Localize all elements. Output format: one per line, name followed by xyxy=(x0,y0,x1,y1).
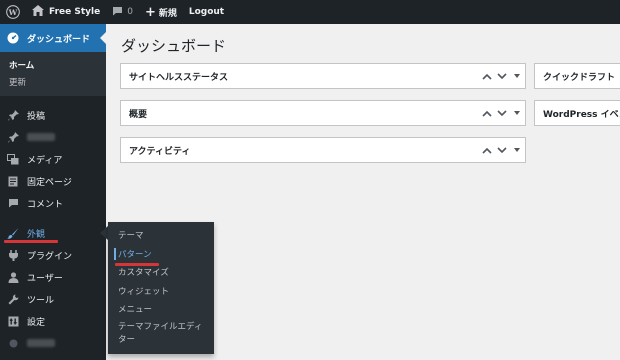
site-name-label: Free Style xyxy=(49,7,101,17)
widget-activity: アクティビティ xyxy=(120,137,526,163)
menu-icon xyxy=(6,336,20,350)
chevron-down-icon[interactable] xyxy=(497,108,507,118)
sidebar-item-hidden[interactable] xyxy=(0,332,106,354)
sidebar-item-posts[interactable]: 投稿 xyxy=(0,104,106,126)
wordpress-logo-icon[interactable]: W xyxy=(0,0,26,24)
new-label: 新規 xyxy=(158,8,177,19)
flyout-item-themes[interactable]: テーマ xyxy=(108,226,214,245)
sidebar-item-plugins[interactable]: プラグイン xyxy=(0,244,106,266)
pin-icon xyxy=(6,130,20,144)
admin-bar: W Free Style 0 + 新規 Logout xyxy=(0,0,620,24)
appearance-icon xyxy=(6,226,20,240)
comment-icon xyxy=(112,6,123,19)
widget-title: クイックドラフト xyxy=(543,72,616,83)
comments-link[interactable]: 0 xyxy=(106,0,139,24)
widget-title: WordPress イベン xyxy=(543,109,620,120)
sidebar-item-label: 設定 xyxy=(27,317,46,328)
comment-icon xyxy=(6,196,20,210)
home-icon xyxy=(32,5,44,19)
media-icon xyxy=(6,152,20,166)
sidebar-item-label: ツール xyxy=(27,295,55,306)
logout-link[interactable]: Logout xyxy=(183,0,230,24)
sidebar-item-label: ユーザー xyxy=(27,273,63,284)
widget-wordpress-events: WordPress イベン xyxy=(534,100,620,126)
toggle-panel-icon[interactable] xyxy=(514,148,520,152)
logout-label: Logout xyxy=(188,7,225,17)
submenu-updates[interactable]: 更新 xyxy=(0,73,106,90)
toggle-panel-icon[interactable] xyxy=(514,74,520,78)
sidebar-item-label: 固定ページ xyxy=(27,177,72,188)
flyout-item-label: テーマファイルエディ ター xyxy=(118,321,203,345)
page-title: ダッシュボード xyxy=(121,37,227,55)
widget-controls xyxy=(482,138,520,162)
widget-title: サイトヘルスステータス xyxy=(129,72,229,83)
sidebar-item-label: コメント xyxy=(27,199,64,210)
dashboard-submenu: ホーム 更新 xyxy=(0,52,106,96)
chevron-up-icon[interactable] xyxy=(482,71,492,81)
plugin-icon xyxy=(6,248,20,262)
appearance-flyout-menu: テーマ パターン カスタマイズ ウィジェット メニュー テーマファイルエディ ター xyxy=(108,222,214,354)
flyout-item-theme-file-editor[interactable]: テーマファイルエディ ター xyxy=(108,319,214,349)
new-content-link[interactable]: + 新規 xyxy=(139,0,183,24)
sidebar-item-tools[interactable]: ツール xyxy=(0,288,106,310)
widget-overview: 概要 xyxy=(120,100,526,126)
tool-icon xyxy=(6,292,20,306)
chevron-down-icon[interactable] xyxy=(497,145,507,155)
widget-controls xyxy=(482,101,520,125)
plus-icon: + xyxy=(144,4,156,20)
sidebar-item-users[interactable]: ユーザー xyxy=(0,266,106,288)
submenu-home[interactable]: ホーム xyxy=(0,56,106,73)
site-name-link[interactable]: Free Style xyxy=(26,0,106,24)
widget-quick-draft: クイックドラフト xyxy=(534,63,620,89)
sidebar-item-label: メディア xyxy=(27,155,63,166)
sidebar-item-label: ダッシュボード xyxy=(27,34,91,45)
user-icon xyxy=(6,270,20,284)
sidebar-item-label: プラグイン xyxy=(27,251,73,262)
flyout-item-widgets[interactable]: ウィジェット xyxy=(108,282,214,301)
sidebar-item-pages[interactable]: 固定ページ xyxy=(0,170,106,192)
settings-icon xyxy=(6,314,20,328)
sidebar-item-label: 投稿 xyxy=(27,111,46,122)
sidebar-item-dashboard[interactable]: ダッシュボード xyxy=(0,24,106,52)
widget-title: アクティビティ xyxy=(129,146,191,157)
svg-text:W: W xyxy=(8,8,18,17)
comments-count: 0 xyxy=(127,7,133,17)
annotation-underline-patterns xyxy=(115,263,159,266)
sidebar-item-settings[interactable]: 設定 xyxy=(0,310,106,332)
current-menu-arrow xyxy=(100,32,106,44)
annotation-underline-appearance xyxy=(4,240,58,243)
blurred-label xyxy=(27,133,55,141)
admin-sidebar: ダッシュボード ホーム 更新 投稿 メディア 固定ページ コメント 外観 プラグ… xyxy=(0,24,106,360)
widget-title: 概要 xyxy=(129,109,148,120)
sidebar-item-label: 外観 xyxy=(27,229,46,240)
page-icon xyxy=(6,174,20,188)
widget-controls xyxy=(482,64,520,88)
flyout-item-menus[interactable]: メニュー xyxy=(108,300,214,319)
chevron-up-icon[interactable] xyxy=(482,145,492,155)
flyout-item-patterns[interactable]: パターン xyxy=(108,245,214,264)
widget-site-health: サイトヘルスステータス xyxy=(120,63,526,89)
blurred-label xyxy=(27,339,55,347)
toggle-panel-icon[interactable] xyxy=(514,111,520,115)
sidebar-item-media[interactable]: メディア xyxy=(0,148,106,170)
chevron-up-icon[interactable] xyxy=(482,108,492,118)
chevron-down-icon[interactable] xyxy=(497,71,507,81)
pin-icon xyxy=(6,108,20,122)
dashboard-icon xyxy=(6,31,20,45)
sidebar-item-custom-post[interactable] xyxy=(0,126,106,148)
sidebar-item-comments[interactable]: コメント xyxy=(0,192,106,214)
flyout-pointer xyxy=(100,226,108,240)
